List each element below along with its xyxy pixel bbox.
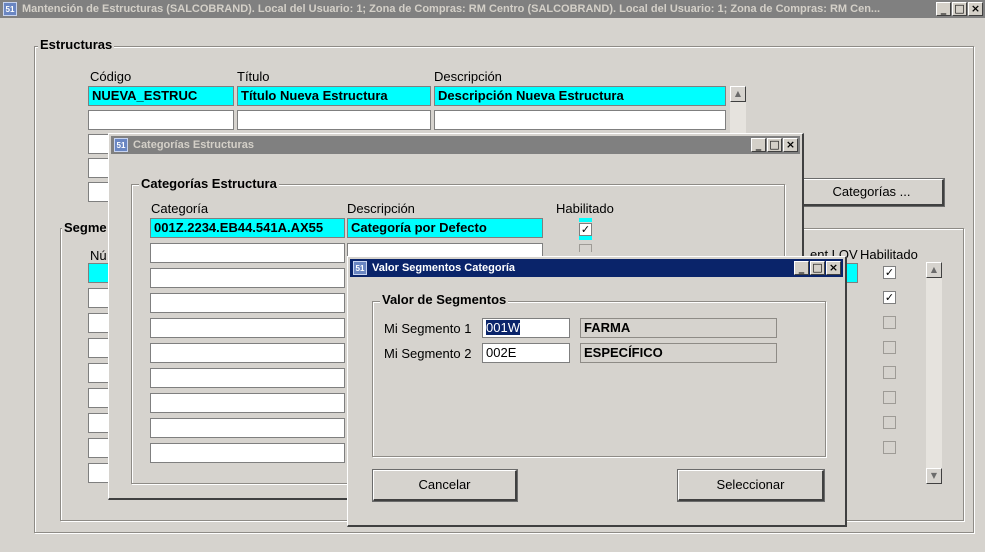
segmento-numero-field[interactable] [88,288,110,308]
segmento-2-value-field: ESPECÍFICO [580,343,777,363]
main-window-titlebar[interactable]: 51 Mantención de Estructuras (SALCOBRAND… [0,0,985,18]
segmento-habilitado-checkbox[interactable]: ✓ [883,291,896,304]
categoria-field[interactable] [150,293,345,313]
valor-segmentos-group-label: Valor de Segmentos [380,292,509,307]
col-header-titulo: Título [237,69,270,84]
valor-segmentos-controls: _ □ × [794,261,841,275]
estructura-titulo-field[interactable]: Título Nueva Estructura [237,86,431,106]
estructura-codigo-field[interactable]: NUEVA_ESTRUC [88,86,234,106]
categoria-field[interactable] [150,243,345,263]
segmento-numero-field[interactable] [88,388,110,408]
categoria-field[interactable] [150,443,345,463]
col-header-numero: Nú [90,248,107,263]
segmento-habilitado-checkbox[interactable] [883,416,896,429]
segmento-1-code-value: 001W [486,320,520,335]
categorias-window-title: Categorías Estructuras [133,139,255,151]
categoria-field[interactable] [150,343,345,363]
col-header-codigo: Código [90,69,132,84]
segmento-habilitado-checkbox[interactable] [883,391,896,404]
app-icon: 51 [114,138,128,152]
minimize-icon[interactable]: _ [936,2,951,16]
main-window-title: Mantención de Estructuras (SALCOBRAND). … [22,3,881,15]
categorias-button[interactable]: Categorías ... [799,178,945,207]
segmento-habilitado-checkbox[interactable]: ✓ [883,266,896,279]
segmento-numero-field[interactable] [88,413,110,433]
col-header-habilitado: Habilitado [860,247,918,262]
segmento-habilitado-checkbox[interactable] [883,366,896,379]
valor-segmentos-window: 51 Valor Segmentos Categoría _ □ × Valor… [347,256,847,527]
segmento-numero-field[interactable] [88,363,110,383]
categoria-field[interactable] [150,318,345,338]
col-header-habilitado: Habilitado [556,201,614,216]
main-window-controls: _ □ × [936,2,983,16]
segmento-habilitado-checkbox[interactable] [883,441,896,454]
estructura-titulo-field[interactable] [237,110,431,130]
col-header-descripcion: Descripción [434,69,502,84]
categoria-field[interactable]: 001Z.2234.EB44.541A.AX55 [150,218,345,238]
close-icon[interactable]: × [826,261,841,275]
segmento-numero-field[interactable] [88,463,110,483]
app-icon: 51 [3,2,17,16]
close-icon[interactable]: × [968,2,983,16]
maximize-icon[interactable]: □ [952,2,967,16]
col-header-categoria: Categoría [151,201,209,216]
segmento-habilitado-checkbox[interactable] [883,341,896,354]
segmento-numero-field[interactable] [88,263,110,283]
segmento-numero-field[interactable] [88,313,110,333]
categorias-window-titlebar[interactable]: 51 Categorías Estructuras _ □ × [111,136,800,154]
categoria-field[interactable] [150,418,345,438]
maximize-icon[interactable]: □ [767,138,782,152]
app-icon: 51 [353,261,367,275]
estructura-codigo-field[interactable] [88,110,234,130]
estructura-descripcion-field[interactable]: Descripción Nueva Estructura [434,86,726,106]
segmento-1-code-field[interactable]: 001W [482,318,570,338]
scroll-down-icon[interactable]: ▼ [926,468,942,484]
col-header-descripcion: Descripción [347,201,415,216]
cancel-button[interactable]: Cancelar [372,469,518,502]
segmento-numero-field[interactable] [88,438,110,458]
categoria-field[interactable] [150,268,345,288]
segmento-1-label: Mi Segmento 1 [384,321,472,336]
categorias-group-label: Categorías Estructura [139,176,279,191]
categoria-field[interactable] [150,393,345,413]
segmento-2-code-field[interactable]: 002E [482,343,570,363]
estructuras-group-label: Estructuras [38,37,115,52]
categorias-window-controls: _ □ × [751,138,798,152]
segmento-1-value-field: FARMA [580,318,777,338]
minimize-icon[interactable]: _ [794,261,809,275]
categoria-habilitado-checkbox[interactable] [579,244,592,252]
valor-segmentos-title: Valor Segmentos Categoría [372,262,516,274]
categoria-field[interactable] [150,368,345,388]
estructura-descripcion-field[interactable] [434,110,726,130]
scroll-up-icon[interactable]: ▲ [926,262,942,278]
select-button[interactable]: Seleccionar [677,469,825,502]
categoria-habilitado-checkbox[interactable]: ✓ [579,223,592,236]
segmento-numero-field[interactable] [88,338,110,358]
scroll-up-icon[interactable]: ▲ [730,86,746,102]
segmento-2-label: Mi Segmento 2 [384,346,472,361]
segmentos-group-label: Segme [62,220,109,235]
categoria-descripcion-field[interactable]: Categoría por Defecto [347,218,543,238]
segmento-habilitado-checkbox[interactable] [883,316,896,329]
valor-segmentos-titlebar[interactable]: 51 Valor Segmentos Categoría _ □ × [350,259,843,277]
close-icon[interactable]: × [783,138,798,152]
minimize-icon[interactable]: _ [751,138,766,152]
maximize-icon[interactable]: □ [810,261,825,275]
segmentos-scrollbar[interactable]: ▲ ▼ [926,262,942,484]
